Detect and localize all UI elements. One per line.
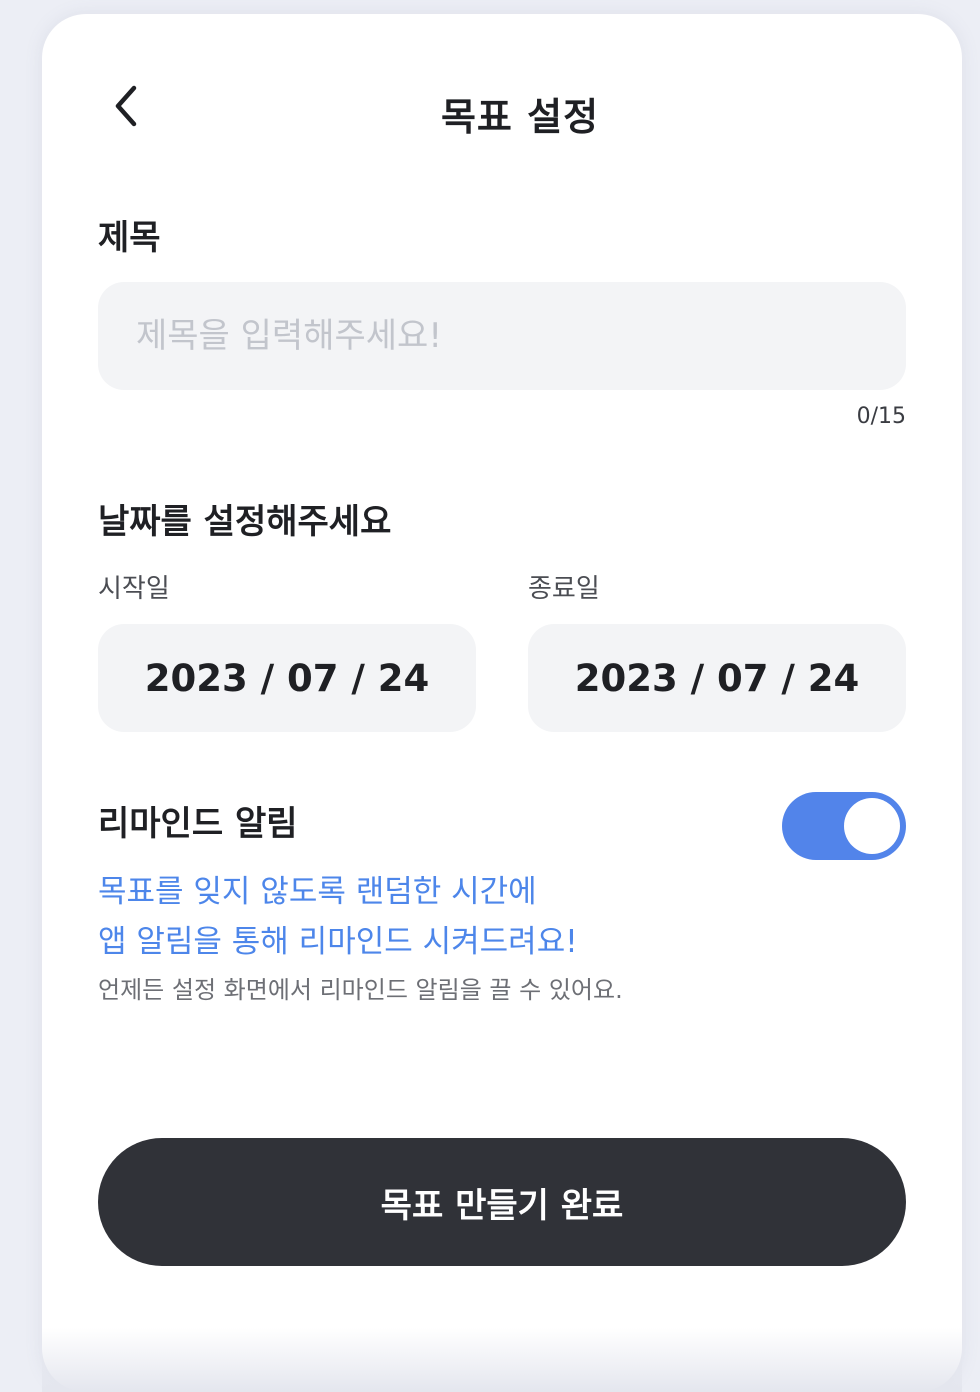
end-date-picker[interactable]: 2023 / 07 / 24 <box>528 624 906 732</box>
reminder-toggle[interactable] <box>782 792 906 860</box>
title-input[interactable] <box>98 282 906 390</box>
start-date-label: 시작일 <box>98 574 170 604</box>
start-date-value: 2023 / 07 / 24 <box>144 656 430 700</box>
title-section-label: 제목 <box>98 218 161 258</box>
reminder-label: 리마인드 알림 <box>98 804 298 844</box>
end-date-value: 2023 / 07 / 24 <box>574 656 860 700</box>
reminder-description-line2: 앱 알림을 통해 리마인드 시켜드려요! <box>98 924 578 960</box>
toggle-knob <box>844 798 900 854</box>
goal-setting-card: 목표 설정 제목 0/15 날짜를 설정해주세요 시작일 종료일 2023 / … <box>42 14 962 1392</box>
start-date-picker[interactable]: 2023 / 07 / 24 <box>98 624 476 732</box>
reminder-note: 언제든 설정 화면에서 리마인드 알림을 끌 수 있어요. <box>98 976 623 1004</box>
header: 목표 설정 <box>42 74 962 154</box>
bottom-fade <box>42 1328 962 1392</box>
char-count: 0/15 <box>856 404 906 429</box>
date-section-label: 날짜를 설정해주세요 <box>98 502 392 542</box>
create-goal-button[interactable]: 목표 만들기 완료 <box>98 1138 906 1266</box>
page-title: 목표 설정 <box>440 95 600 139</box>
reminder-description-line1: 목표를 잊지 않도록 랜덤한 시간에 <box>98 874 537 910</box>
create-goal-button-label: 목표 만들기 완료 <box>380 1185 624 1226</box>
end-date-label: 종료일 <box>528 574 600 604</box>
